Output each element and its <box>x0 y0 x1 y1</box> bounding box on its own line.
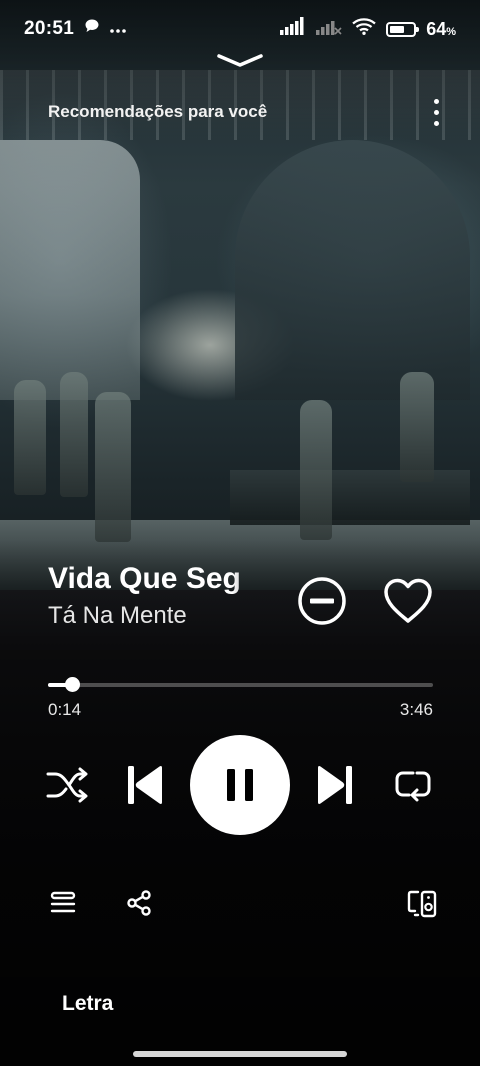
progress-thumb[interactable] <box>64 677 80 692</box>
previous-icon <box>128 766 162 804</box>
share-button[interactable] <box>120 884 158 922</box>
heart-icon <box>384 578 432 623</box>
status-time: 20:51 <box>24 18 75 39</box>
more-options-icon[interactable] <box>424 94 448 130</box>
more-dots-icon <box>110 18 126 40</box>
track-artist[interactable]: Tá Na Mente <box>48 602 278 630</box>
minus-circle-icon <box>298 577 346 625</box>
signal-icon <box>280 17 306 41</box>
chat-bubble-icon <box>84 18 100 40</box>
hide-song-button[interactable] <box>296 575 348 627</box>
repeat-button[interactable] <box>390 762 436 808</box>
battery-icon <box>386 21 420 37</box>
home-indicator[interactable] <box>133 1051 347 1057</box>
shuffle-button[interactable] <box>44 762 90 808</box>
context-title: Recomendações para você <box>48 102 268 121</box>
signal-no-service-icon <box>316 17 342 41</box>
progress-bar[interactable] <box>48 677 433 692</box>
pause-icon <box>227 769 253 801</box>
next-icon <box>318 766 352 804</box>
total-time: 3:46 <box>399 700 433 719</box>
collapse-button[interactable] <box>216 50 264 70</box>
connect-devices-button[interactable] <box>402 884 442 924</box>
wifi-icon <box>352 17 376 41</box>
queue-icon <box>50 891 76 913</box>
pause-button[interactable] <box>190 735 290 835</box>
elapsed-time: 0:14 <box>48 700 82 719</box>
queue-button[interactable] <box>44 884 82 922</box>
connect-devices-icon <box>407 890 437 918</box>
share-icon <box>127 890 151 916</box>
player-header: Recomendações para você <box>48 98 448 126</box>
chevron-down-icon <box>217 54 263 67</box>
previous-button[interactable] <box>122 760 168 810</box>
like-button[interactable] <box>380 573 436 629</box>
battery-percent: 64% <box>426 18 456 39</box>
lyrics-label[interactable]: Letra <box>62 992 113 1016</box>
shuffle-icon <box>46 767 88 803</box>
track-info: Vida Que Seg Tá Na Mente <box>48 562 278 630</box>
repeat-icon <box>395 771 431 802</box>
next-button[interactable] <box>312 760 358 810</box>
now-playing-screen: 20:51 64% Recomendações para você Vida Q… <box>0 0 480 1066</box>
track-title[interactable]: Vida Que Seg <box>48 562 278 596</box>
